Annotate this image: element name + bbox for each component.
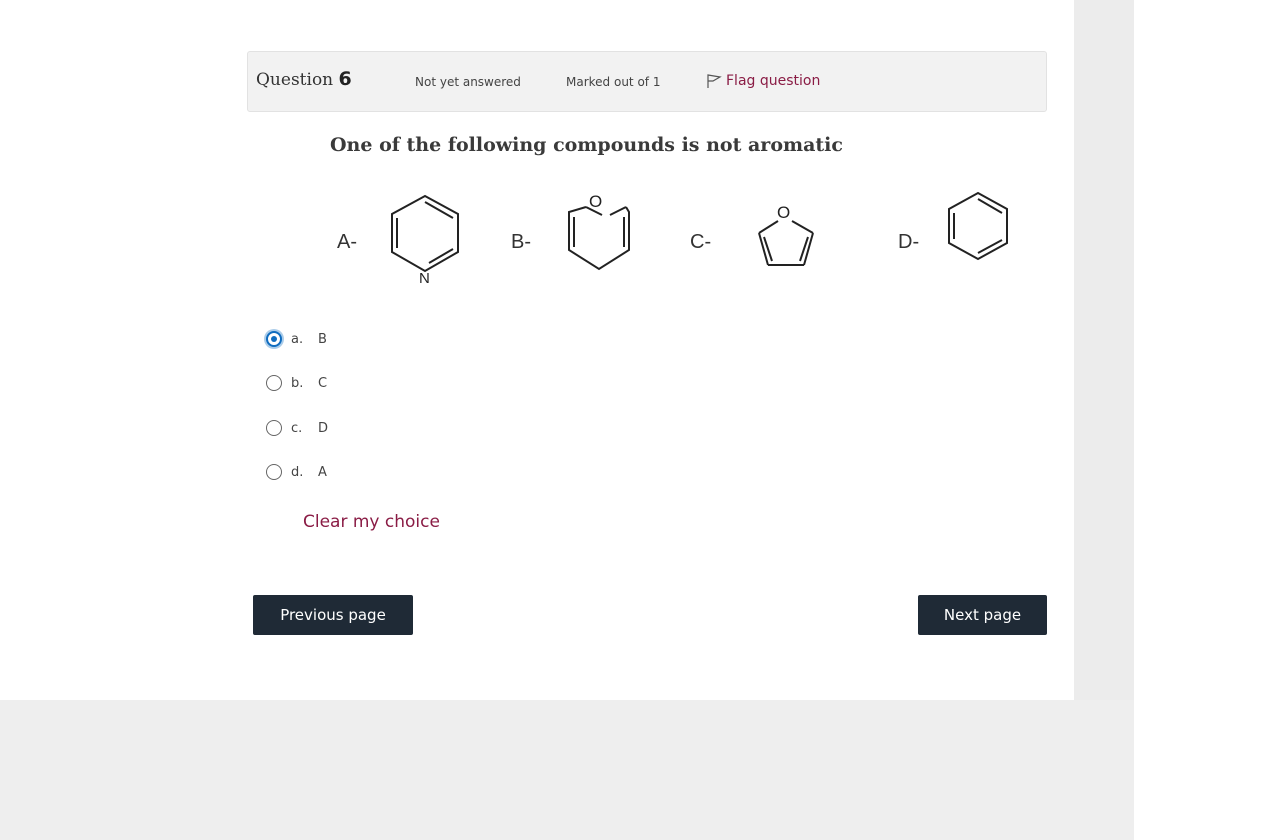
answer-text: A	[318, 464, 327, 480]
radio-button[interactable]	[266, 375, 282, 391]
furan-o-atom: O	[777, 203, 790, 222]
benzene-structure	[948, 191, 1008, 261]
answer-text: D	[318, 420, 329, 436]
radio-button-checked[interactable]	[266, 331, 282, 347]
answer-number: a.	[291, 331, 304, 347]
radio-button[interactable]	[266, 420, 282, 436]
answer-number: c.	[291, 420, 303, 436]
question-label: Question	[256, 70, 334, 90]
pyran-structure	[568, 206, 630, 271]
previous-page-button[interactable]: Previous page	[253, 595, 413, 635]
question-text: One of the following compounds is not ar…	[330, 134, 843, 156]
bottom-gutter	[0, 700, 1134, 840]
flag-icon	[706, 73, 722, 89]
answer-number: d.	[291, 464, 304, 480]
radio-button[interactable]	[266, 464, 282, 480]
structures-svg: N O O	[391, 191, 1008, 287]
furan-structure	[758, 220, 814, 266]
question-info-bar: Question 6 Not yet answered Marked out o…	[247, 51, 1047, 112]
pyridine-n-atom: N	[419, 270, 430, 287]
pyran-o-atom: O	[589, 192, 602, 211]
answer-text: C	[318, 375, 328, 391]
pyridine-structure	[391, 194, 459, 273]
next-page-button[interactable]: Next page	[918, 595, 1047, 635]
flag-question-link[interactable]: Flag question	[706, 73, 820, 89]
question-state: Not yet answered	[415, 75, 521, 89]
question-number: 6	[338, 68, 352, 90]
answer-number: b.	[291, 375, 304, 391]
clear-choice-link[interactable]: Clear my choice	[303, 512, 440, 532]
answer-text: B	[318, 331, 327, 347]
question-grade: Marked out of 1	[566, 75, 661, 89]
answer-option-d[interactable]: d. A	[266, 457, 327, 487]
answer-option-c[interactable]: c. D	[266, 413, 328, 443]
question-structures-image: A- B- C- D- N O O	[330, 185, 1030, 295]
quiz-content: Question 6 Not yet answered Marked out o…	[0, 0, 1074, 700]
answer-option-a[interactable]: a. B	[266, 324, 327, 354]
flag-question-label: Flag question	[726, 73, 821, 89]
question-heading: Question 6	[256, 68, 352, 90]
answer-option-b[interactable]: b. C	[266, 368, 327, 398]
